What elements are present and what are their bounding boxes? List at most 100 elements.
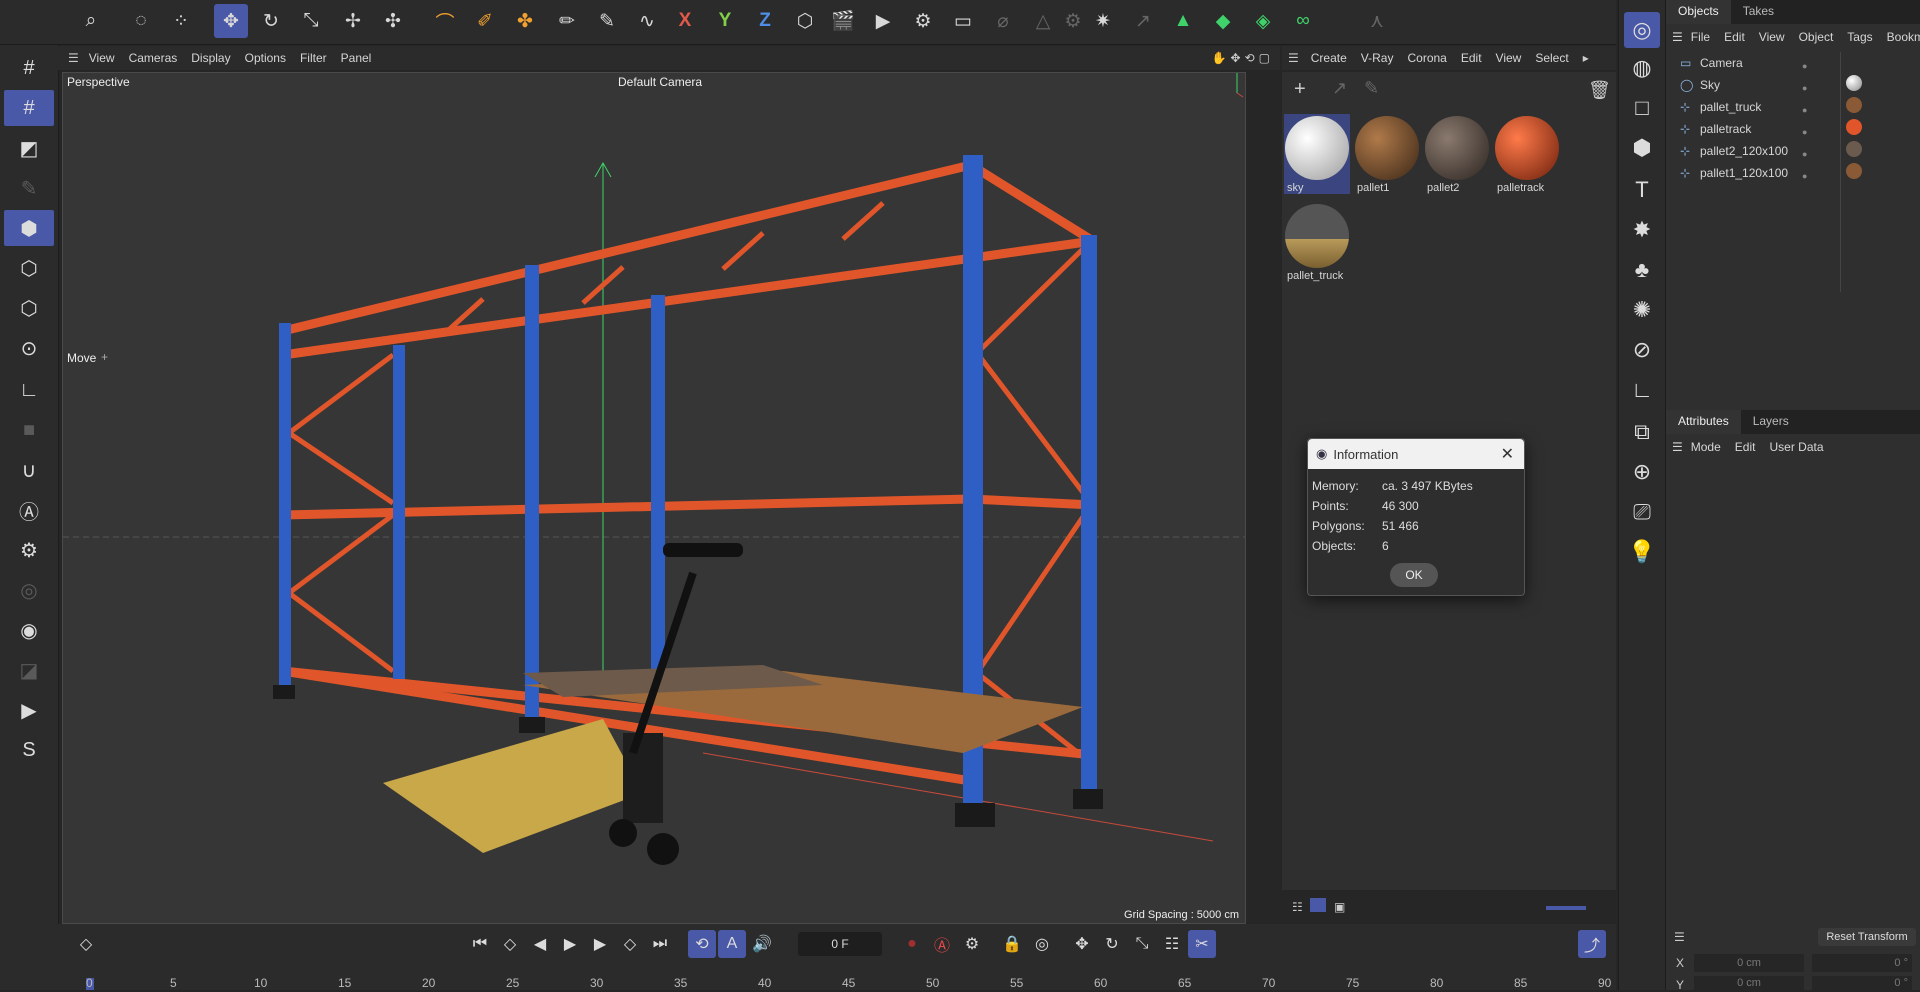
- menu-view[interactable]: View: [1496, 51, 1522, 65]
- arrow-icon[interactable]: ↗: [1332, 78, 1347, 99]
- position-key-icon[interactable]: ✥: [1068, 930, 1096, 958]
- object-row-palletrack[interactable]: ⊹ palletrack: [1680, 119, 1916, 139]
- previous-frame-icon[interactable]: ◀: [526, 930, 554, 958]
- scatter-icon[interactable]: ✷: [1086, 4, 1120, 38]
- menu-file[interactable]: File: [1691, 30, 1710, 44]
- material-tag-icon[interactable]: [1846, 163, 1862, 179]
- sketch-icon[interactable]: ✐: [468, 4, 502, 38]
- x-position-field[interactable]: 0 cm: [1694, 954, 1804, 972]
- material-sky[interactable]: sky: [1284, 114, 1350, 194]
- gear-small-icon[interactable]: ⚙: [1056, 4, 1090, 38]
- workplane-snap-icon[interactable]: #: [4, 90, 54, 126]
- export-icon[interactable]: ↗: [1126, 4, 1160, 38]
- cloner-icon[interactable]: ♣: [1624, 252, 1660, 288]
- next-key-icon[interactable]: ◇: [616, 930, 644, 958]
- deformer-icon[interactable]: ∞: [1286, 4, 1320, 38]
- param-key-icon[interactable]: ☷: [1158, 930, 1186, 958]
- menu-vray[interactable]: V-Ray: [1361, 51, 1394, 65]
- menu-edit[interactable]: Edit: [1461, 51, 1482, 65]
- menu-create[interactable]: Create: [1311, 51, 1347, 65]
- loop-icon[interactable]: ⟲: [688, 930, 716, 958]
- y-rotation-field[interactable]: 0 °: [1812, 976, 1912, 990]
- interactive-render-icon[interactable]: ▭: [946, 4, 980, 38]
- rotate-tool-icon[interactable]: ↻: [254, 4, 288, 38]
- chevron-right-icon[interactable]: ▸: [1583, 51, 1589, 65]
- previous-key-icon[interactable]: ◇: [496, 930, 524, 958]
- cube-outline-icon[interactable]: ◈: [1246, 4, 1280, 38]
- script-icon[interactable]: S: [4, 732, 54, 768]
- menu-display[interactable]: Display: [191, 51, 230, 65]
- visibility-dots[interactable]: ● ● ● ● ● ●: [1802, 55, 1807, 181]
- workplane-icon[interactable]: #: [4, 50, 54, 86]
- hamburger-icon[interactable]: ☰: [1672, 440, 1683, 454]
- coordinates-menu-icon[interactable]: ☰: [1674, 930, 1685, 944]
- transfer-icon[interactable]: ✢: [336, 4, 370, 38]
- point-level-icon[interactable]: ✂: [1188, 930, 1216, 958]
- y-axis-lock-icon[interactable]: Y: [708, 4, 742, 38]
- spline-tool-icon[interactable]: ∿: [630, 4, 664, 38]
- render-view-icon[interactable]: 🎬: [826, 4, 860, 38]
- menu-options[interactable]: Options: [245, 51, 286, 65]
- object-row-sky[interactable]: ◯ Sky: [1680, 75, 1916, 95]
- selection-settings-icon[interactable]: ⁘: [164, 4, 198, 38]
- coordinate-system-icon[interactable]: ⬡: [788, 4, 822, 38]
- edge-mode-icon[interactable]: ⬡: [4, 290, 54, 326]
- hamburger-icon[interactable]: ☰: [1672, 30, 1683, 44]
- text-icon[interactable]: T: [1624, 172, 1660, 208]
- deform-icon[interactable]: ◪: [4, 652, 54, 688]
- link-icon[interactable]: ⌀: [986, 4, 1020, 38]
- menu-edit[interactable]: Edit: [1724, 30, 1745, 44]
- keyframe-icon[interactable]: ◇: [72, 930, 100, 958]
- generator-icon[interactable]: ✸: [1624, 212, 1660, 248]
- hamburger-icon[interactable]: ☰: [68, 51, 79, 65]
- cube-icon[interactable]: ⬢: [1624, 130, 1660, 166]
- material-pallet2[interactable]: pallet2: [1424, 114, 1490, 194]
- spline-object-icon[interactable]: ◍: [1624, 50, 1660, 86]
- object-row-camera[interactable]: ▭ Camera: [1680, 53, 1916, 73]
- snap-move-icon[interactable]: ✣: [376, 4, 410, 38]
- cube-mode-icon[interactable]: ◩: [4, 130, 54, 166]
- go-to-start-icon[interactable]: ⏮: [466, 930, 494, 958]
- menu-corona[interactable]: Corona: [1407, 51, 1446, 65]
- axis-icon[interactable]: ∟: [4, 372, 54, 408]
- menu-view[interactable]: View: [89, 51, 115, 65]
- material-pallet-truck[interactable]: pallet_truck: [1284, 202, 1350, 282]
- viewport[interactable]: Perspective Default Camera Move + Grid S…: [62, 72, 1246, 924]
- rectangle-icon[interactable]: □: [1624, 90, 1660, 126]
- preview-view-icon[interactable]: ▣: [1334, 900, 1345, 914]
- play-icon[interactable]: ▶: [556, 930, 584, 958]
- z-axis-lock-icon[interactable]: Z: [748, 4, 782, 38]
- material-tag-icon[interactable]: [1846, 119, 1862, 135]
- point-mode-icon[interactable]: ⊙: [4, 330, 54, 366]
- menu-cameras[interactable]: Cameras: [129, 51, 178, 65]
- camera-icon[interactable]: ⎚: [1624, 494, 1660, 530]
- current-frame-field[interactable]: 0 F: [798, 932, 882, 956]
- menu-bookmarks[interactable]: Bookm: [1887, 30, 1920, 44]
- light-icon[interactable]: 💡: [1624, 534, 1660, 570]
- material-pallet1[interactable]: pallet1: [1354, 114, 1420, 194]
- rotation-key-icon[interactable]: ↻: [1098, 930, 1126, 958]
- snap-settings-icon[interactable]: ⚙: [4, 532, 54, 568]
- object-row-pallet2[interactable]: ⊹ pallet2_120x100: [1680, 141, 1916, 161]
- object-row-pallet-truck[interactable]: ⊹ pallet_truck: [1680, 97, 1916, 117]
- y-position-field[interactable]: 0 cm: [1694, 976, 1804, 990]
- motion-icon[interactable]: ◎: [1028, 930, 1056, 958]
- render-view-icon[interactable]: ▶: [4, 692, 54, 728]
- fps-icon[interactable]: A: [718, 930, 746, 958]
- lock-icon[interactable]: 🔒: [998, 930, 1026, 958]
- character-icon[interactable]: ⋏: [1360, 4, 1394, 38]
- menu-filter[interactable]: Filter: [300, 51, 327, 65]
- render-settings-icon[interactable]: ⚙: [906, 4, 940, 38]
- record-icon[interactable]: ●: [898, 930, 926, 958]
- target-icon[interactable]: ◎: [4, 572, 54, 608]
- spline-pen-icon[interactable]: ⌒: [428, 4, 462, 38]
- scale-tool-icon[interactable]: ⤡: [294, 4, 328, 38]
- sound-icon[interactable]: 🔊: [748, 930, 776, 958]
- autokey-icon[interactable]: Ⓐ: [928, 930, 956, 958]
- x-rotation-field[interactable]: 0 °: [1812, 954, 1912, 972]
- hamburger-icon[interactable]: ☰: [1288, 51, 1299, 65]
- next-frame-icon[interactable]: ▶: [586, 930, 614, 958]
- model-mode-icon[interactable]: ⬢: [4, 210, 54, 246]
- lock-axis-icon[interactable]: Ⓐ: [4, 492, 54, 528]
- spline-icon[interactable]: ◎: [1624, 12, 1660, 48]
